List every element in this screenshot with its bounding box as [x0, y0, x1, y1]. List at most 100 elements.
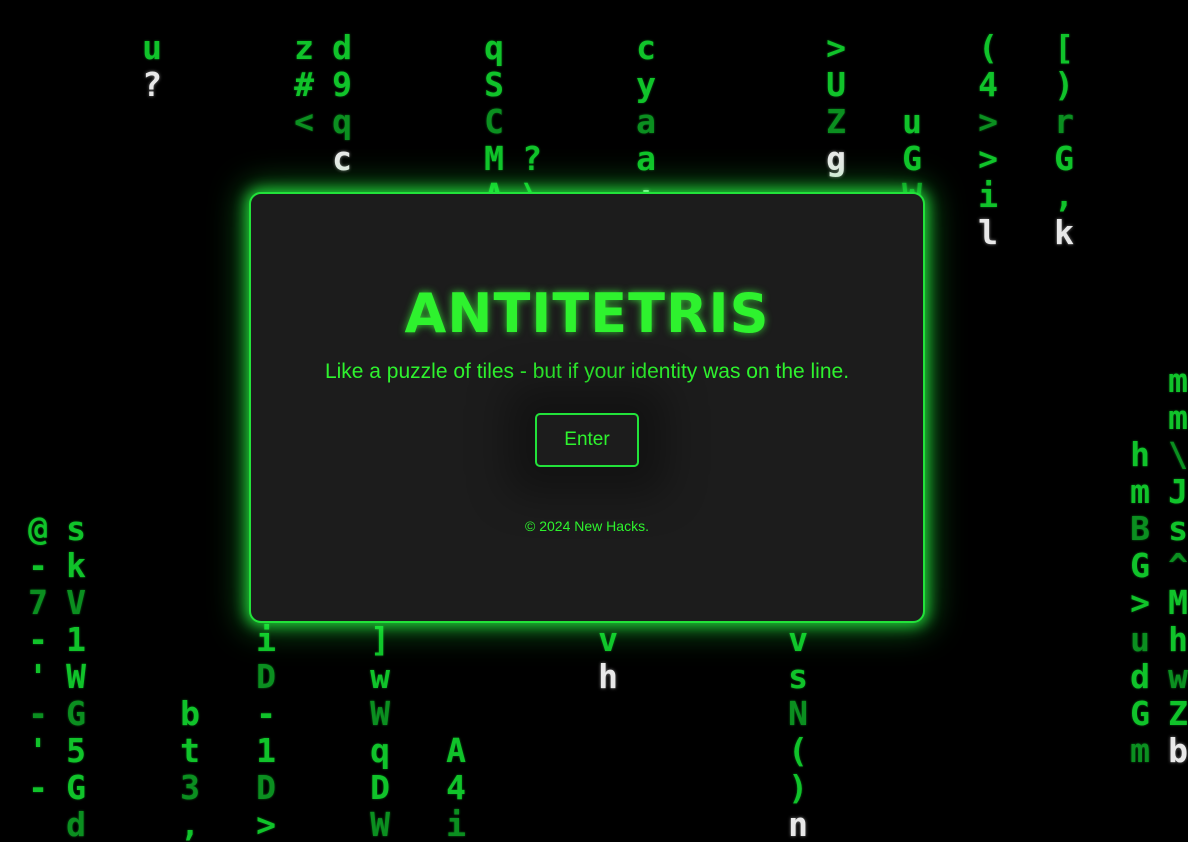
rain-glyph: Z — [826, 102, 846, 141]
rain-glyph: G — [66, 768, 86, 807]
rain-glyph: r — [1054, 102, 1074, 141]
rain-glyph: a — [636, 139, 656, 178]
app-title: ANTITETRIS — [404, 282, 770, 345]
copyright-footer: © 2024 New Hacks. — [525, 518, 649, 534]
rain-glyph: > — [256, 805, 276, 842]
rain-glyph: S — [484, 65, 504, 104]
rain-glyph: ( — [978, 28, 998, 67]
rain-glyph: V — [66, 583, 86, 622]
rain-glyph: s — [1168, 509, 1188, 548]
rain-glyph: A — [446, 731, 466, 770]
rain-glyph: u — [142, 28, 162, 67]
rain-glyph: G — [902, 139, 922, 178]
rain-glyph: - — [256, 694, 276, 733]
rain-glyph: u — [1130, 620, 1150, 659]
rain-glyph: b — [1168, 731, 1188, 770]
rain-glyph: t — [180, 731, 200, 770]
rain-glyph: m — [1130, 731, 1150, 770]
rain-glyph: G — [66, 694, 86, 733]
rain-glyph: G — [1130, 546, 1150, 585]
rain-glyph: 9 — [332, 65, 352, 104]
rain-glyph: 4 — [978, 65, 998, 104]
rain-glyph: w — [1168, 657, 1188, 696]
rain-glyph: u — [902, 102, 922, 141]
rain-glyph: 3 — [180, 768, 200, 807]
rain-glyph: @ — [28, 509, 48, 548]
rain-glyph: s — [66, 509, 86, 548]
rain-glyph: , — [1054, 176, 1074, 215]
rain-glyph: M — [1168, 583, 1188, 622]
enter-button[interactable]: Enter — [535, 413, 639, 467]
rain-glyph: c — [636, 28, 656, 67]
rain-glyph: q — [370, 731, 390, 770]
rain-glyph: ' — [28, 657, 48, 696]
rain-glyph: m — [1168, 361, 1188, 400]
rain-glyph: J — [1168, 472, 1188, 511]
rain-glyph: - — [28, 694, 48, 733]
tagline: Like a puzzle of tiles - but if your ide… — [324, 360, 850, 383]
rain-glyph: G — [1130, 694, 1150, 733]
welcome-dialog: ANTITETRIS Like a puzzle of tiles - but … — [249, 192, 925, 623]
rain-glyph: z — [294, 28, 314, 67]
rain-glyph: d — [332, 28, 352, 67]
rain-glyph: b — [180, 694, 200, 733]
rain-glyph: Z — [1168, 694, 1188, 733]
rain-glyph: v — [788, 620, 808, 659]
rain-glyph: s — [788, 657, 808, 696]
rain-glyph: - — [28, 768, 48, 807]
rain-glyph: , — [180, 805, 200, 842]
rain-glyph: m — [1130, 472, 1150, 511]
rain-glyph: 1 — [66, 620, 86, 659]
rain-glyph: D — [370, 768, 390, 807]
rain-glyph: > — [978, 102, 998, 141]
rain-glyph: ' — [28, 731, 48, 770]
rain-glyph: 4 — [446, 768, 466, 807]
rain-glyph: 7 — [28, 583, 48, 622]
rain-glyph: C — [484, 102, 504, 141]
rain-glyph: N — [788, 694, 808, 733]
rain-glyph: D — [256, 768, 276, 807]
rain-glyph: i — [446, 805, 466, 842]
rain-glyph: 5 — [66, 731, 86, 770]
rain-glyph: G — [1054, 139, 1074, 178]
rain-glyph: ? — [522, 139, 542, 178]
rain-glyph: h — [1168, 620, 1188, 659]
rain-glyph: - — [28, 546, 48, 585]
rain-glyph: B — [1130, 509, 1150, 548]
rain-glyph: h — [1130, 435, 1150, 474]
rain-glyph: ) — [1054, 65, 1074, 104]
rain-glyph: ^ — [1168, 546, 1188, 585]
rain-glyph: q — [332, 102, 352, 141]
rain-glyph: q — [484, 28, 504, 67]
rain-glyph: [ — [1054, 28, 1074, 67]
rain-glyph: a — [636, 102, 656, 141]
rain-glyph: g — [826, 139, 846, 178]
rain-glyph: D — [256, 657, 276, 696]
matrix-background: u?z#<d9qcqSCMA?\cyaa:>UZguGW(4>>il[)rG,k… — [0, 0, 1188, 842]
rain-glyph: # — [294, 65, 314, 104]
rain-glyph: W — [66, 657, 86, 696]
rain-glyph: i — [256, 620, 276, 659]
rain-glyph: v — [598, 620, 618, 659]
rain-glyph: d — [1130, 657, 1150, 696]
rain-glyph: m — [1168, 398, 1188, 437]
rain-glyph: \ — [1168, 435, 1188, 474]
rain-glyph: l — [978, 213, 998, 252]
rain-glyph: y — [636, 65, 656, 104]
rain-glyph: U — [826, 65, 846, 104]
rain-glyph: > — [978, 139, 998, 178]
rain-glyph: c — [332, 139, 352, 178]
rain-glyph: ( — [788, 731, 808, 770]
rain-glyph: W — [370, 694, 390, 733]
rain-glyph: W — [370, 805, 390, 842]
rain-glyph: > — [826, 28, 846, 67]
rain-glyph: k — [1054, 213, 1074, 252]
rain-glyph: > — [1130, 583, 1150, 622]
rain-glyph: i — [978, 176, 998, 215]
rain-glyph: n — [788, 805, 808, 842]
rain-glyph: h — [598, 657, 618, 696]
rain-glyph: k — [66, 546, 86, 585]
rain-glyph: ? — [142, 65, 162, 104]
rain-glyph: M — [484, 139, 504, 178]
rain-glyph: 1 — [256, 731, 276, 770]
